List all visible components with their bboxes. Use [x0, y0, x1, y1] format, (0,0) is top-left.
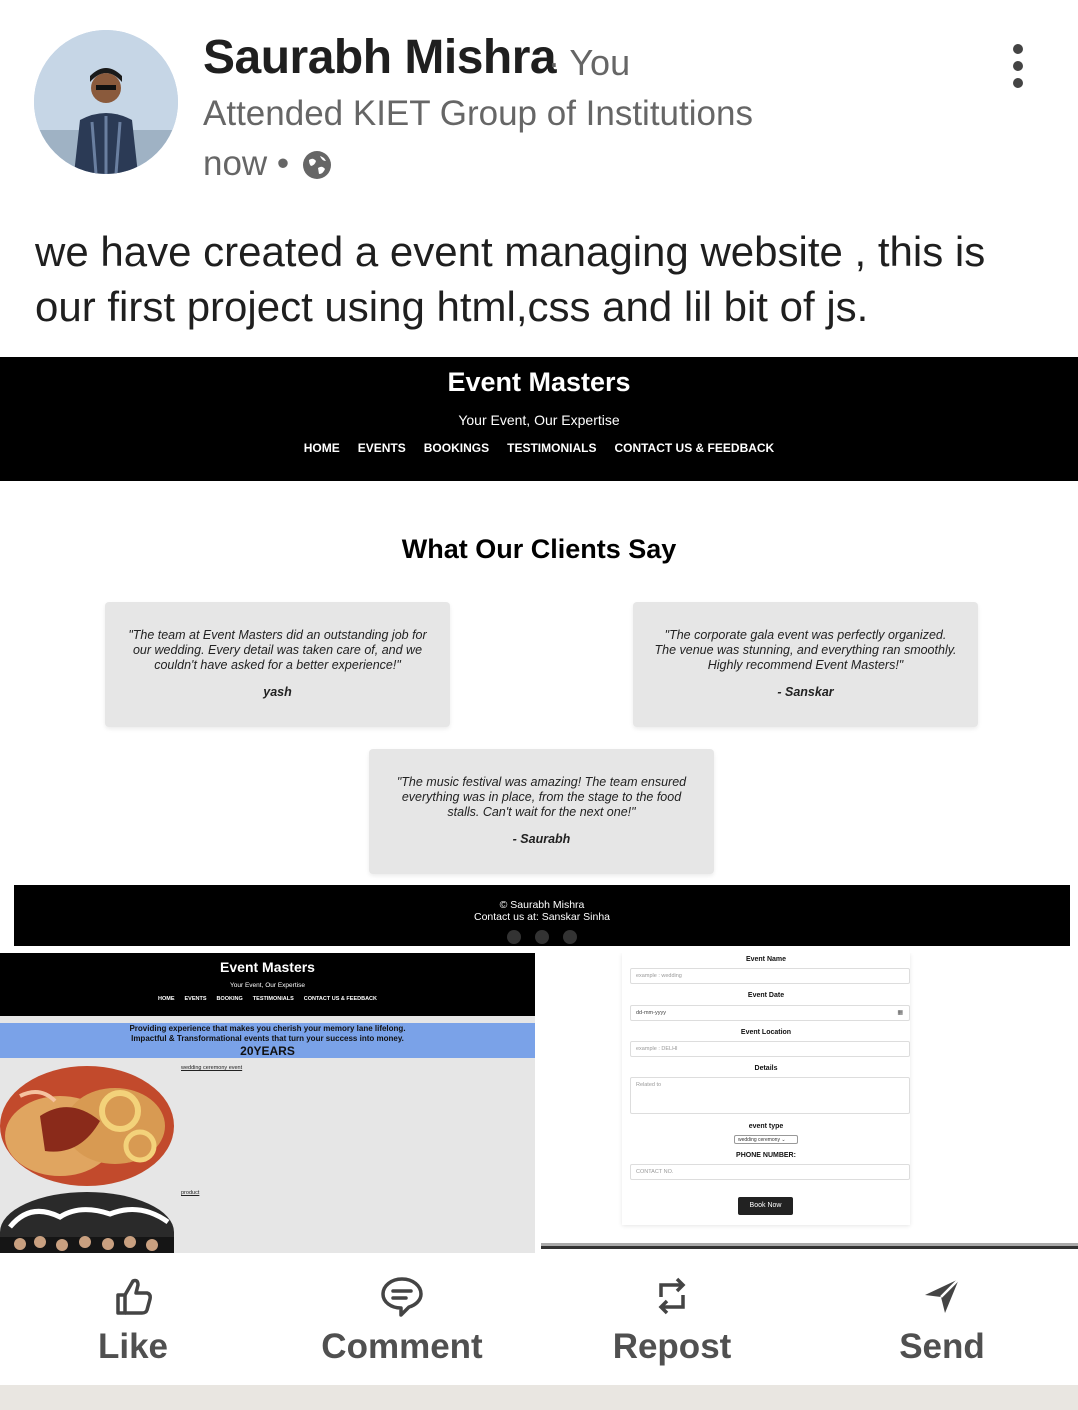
like-icon — [116, 1278, 152, 1315]
screenshot-testimonials[interactable]: Event Masters Your Event, Our Expertise … — [0, 357, 1078, 947]
event-location-input[interactable]: example : DELHI — [630, 1041, 910, 1057]
book-now-button[interactable]: Book Now — [738, 1197, 793, 1215]
post-time: now • — [203, 144, 290, 183]
site-header: Event Masters Your Event, Our Expertise … — [0, 357, 1078, 481]
repost-icon — [658, 1277, 686, 1315]
nav-contact[interactable]: CONTACT US & FEEDBACK — [304, 996, 377, 1002]
site-tagline: Your Event, Our Expertise — [458, 412, 620, 428]
event-location-label: Event Location — [740, 1029, 792, 1036]
calendar-icon[interactable]: ▦ — [897, 1009, 903, 1016]
testimonial-card: "The music festival was amazing! The tea… — [369, 749, 714, 874]
screenshot-booking-form[interactable]: Event Name example : wedding Event Date … — [541, 953, 1078, 1253]
nav-contact[interactable]: CONTACT US & FEEDBACK — [614, 441, 774, 455]
author-headline: Attended KIET Group of Institutions — [203, 94, 753, 133]
site-nav: HOME EVENTS BOOKINGS TESTIMONIALS CONTAC… — [0, 441, 1078, 455]
site-header: Event Masters Your Event, Our Expertise … — [0, 953, 535, 1016]
bottom-strip — [0, 1385, 1078, 1410]
phone-input[interactable]: CONTACT NO. — [630, 1164, 910, 1180]
testimonial-card: "The team at Event Masters did an outsta… — [105, 602, 450, 727]
details-label: Details — [754, 1065, 778, 1072]
event-type-value: wedding ceremony — [738, 1137, 780, 1143]
wedding-image[interactable] — [0, 1066, 174, 1186]
event-type-select[interactable]: wedding ceremony ⌄ — [734, 1135, 798, 1144]
nav-bookings[interactable]: BOOKINGS — [424, 441, 489, 455]
event-name-input[interactable]: example : wedding — [630, 968, 910, 984]
site-nav: HOME EVENTS BOOKING TESTIMONIALS CONTACT… — [0, 996, 535, 1002]
nav-events[interactable]: EVENTS — [358, 441, 406, 455]
like-label: Like — [97, 1327, 169, 1366]
site-tagline: Your Event, Our Expertise — [230, 982, 305, 989]
product-image[interactable] — [0, 1192, 174, 1253]
testimonial-card: "The corporate gala event was perfectly … — [633, 602, 978, 727]
comment-button[interactable]: Comment — [302, 1273, 502, 1367]
footer-copyright: © Saurabh Mishra — [499, 899, 585, 911]
screenshot-home[interactable]: Event Masters Your Event, Our Expertise … — [0, 953, 535, 1253]
globe-icon — [303, 151, 331, 179]
testimonial-author: - Saurabh — [512, 832, 571, 846]
post-text: we have created a event managing website… — [35, 228, 986, 330]
nav-events[interactable]: EVENTS — [185, 996, 207, 1002]
repost-label: Repost — [612, 1327, 732, 1366]
comment-icon — [381, 1277, 423, 1317]
event-date-label: Event Date — [747, 992, 785, 999]
divider — [541, 1243, 1078, 1246]
event-date-input[interactable]: dd-mm-yyyy ▦ — [630, 1005, 910, 1021]
banner-years: 20YEARS — [240, 1044, 295, 1058]
banner-line: Impactful & Transformational events that… — [131, 1034, 404, 1043]
testimonial-author: - Sanskar — [777, 685, 834, 699]
post-action-bar: Like Comment Repost Send — [0, 1255, 1078, 1385]
phone-label: PHONE NUMBER: — [736, 1152, 796, 1159]
testimonial-author: yash — [263, 685, 292, 699]
event-type-label: event type — [748, 1123, 784, 1130]
nav-home[interactable]: HOME — [158, 996, 175, 1002]
author-badge: · You — [548, 42, 631, 83]
site-title: Event Masters — [447, 367, 631, 397]
event-name-label: Event Name — [745, 956, 787, 963]
site-footer: © Saurabh Mishra Contact us at: Sanskar … — [14, 885, 1070, 946]
site-title: Event Masters — [220, 959, 315, 975]
chevron-down-icon: ⌄ — [781, 1137, 786, 1143]
carousel-dots — [14, 930, 1070, 944]
testimonial-quote: "The team at Event Masters did an outsta… — [128, 628, 427, 672]
more-icon[interactable] — [1003, 42, 1033, 90]
carousel-dot[interactable] — [507, 930, 521, 944]
testimonial-quote: "The corporate gala event was perfectly … — [654, 628, 957, 672]
testimonials-heading: What Our Clients Say — [401, 534, 677, 564]
event-date-value: dd-mm-yyyy — [636, 1010, 666, 1016]
comment-label: Comment — [321, 1327, 483, 1366]
nav-home[interactable]: HOME — [304, 441, 340, 455]
send-icon — [925, 1278, 960, 1313]
carousel-dot[interactable] — [535, 930, 549, 944]
testimonial-quote: "The music festival was amazing! The tea… — [396, 775, 687, 819]
product-link[interactable]: product — [181, 1190, 199, 1196]
send-label: Send — [899, 1327, 985, 1366]
avatar[interactable] — [34, 30, 178, 174]
details-textarea[interactable]: Related to — [630, 1077, 910, 1114]
like-button[interactable]: Like — [33, 1273, 233, 1367]
wedding-link[interactable]: wedding ceremony event — [181, 1065, 242, 1071]
send-button[interactable]: Send — [842, 1273, 1042, 1367]
footer-contact: Contact us at: Sanskar Sinha — [474, 911, 610, 923]
nav-testimonials[interactable]: TESTIMONIALS — [507, 441, 596, 455]
author-name[interactable]: Saurabh Mishra — [203, 30, 557, 85]
nav-testimonials[interactable]: TESTIMONIALS — [253, 996, 294, 1002]
post-header: Saurabh Mishra · You Attended KIET Group… — [0, 0, 1078, 210]
booking-form: Event Name example : wedding Event Date … — [622, 953, 910, 1225]
repost-button[interactable]: Repost — [572, 1273, 772, 1367]
hero-banner: Providing experience that makes you cher… — [0, 1023, 535, 1058]
nav-booking[interactable]: BOOKING — [217, 996, 243, 1002]
avatar-image — [34, 30, 178, 174]
banner-line: Providing experience that makes you cher… — [129, 1024, 406, 1033]
carousel-dot[interactable] — [563, 930, 577, 944]
